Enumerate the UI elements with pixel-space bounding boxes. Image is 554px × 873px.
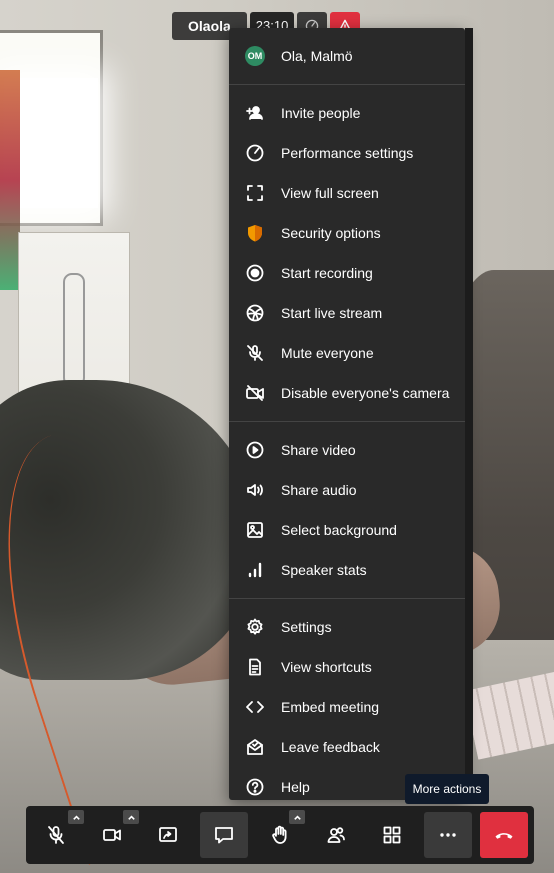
feedback-icon [247, 739, 263, 755]
image-icon [247, 522, 263, 538]
menu-item-label: Share audio [281, 482, 357, 498]
chevron-up-icon [127, 814, 135, 820]
menu-item-disable-everyones-camera[interactable]: Disable everyone's camera [229, 373, 465, 413]
menu-item-share-audio[interactable]: Share audio [229, 470, 465, 510]
menu-item-label: Security options [281, 225, 381, 241]
menu-item-performance-settings[interactable]: Performance settings [229, 133, 465, 173]
menu-item-leave-feedback[interactable]: Leave feedback [229, 727, 465, 767]
menu-item-invite-people[interactable]: Invite people [229, 93, 465, 133]
menu-item-label: View shortcuts [281, 659, 372, 675]
more-actions-menu: OM Ola, Malmö Invite people Performance … [229, 28, 465, 800]
mic-off-icon [48, 826, 64, 844]
tile-view-icon [383, 826, 401, 844]
menu-item-select-background[interactable]: Select background [229, 510, 465, 550]
menu-item-label: Disable everyone's camera [281, 385, 450, 401]
menu-item-start-live-stream[interactable]: Start live stream [229, 293, 465, 333]
avatar: OM [245, 46, 265, 66]
fullscreen-icon [247, 185, 263, 201]
screen-share-button[interactable] [144, 812, 192, 858]
menu-item-speaker-stats[interactable]: Speaker stats [229, 550, 465, 590]
participants-button[interactable] [312, 812, 360, 858]
reactions-options-button[interactable] [289, 810, 305, 824]
menu-item-security-options[interactable]: Security options [229, 213, 465, 253]
menu-item-label: Performance settings [281, 145, 414, 161]
menu-item-label: Settings [281, 619, 332, 635]
chat-button[interactable] [200, 812, 248, 858]
menu-scrollbar[interactable] [465, 28, 473, 800]
help-icon [246, 778, 264, 796]
menu-group-meeting: Invite people Performance settings View … [229, 85, 465, 421]
chevron-up-icon [72, 814, 80, 820]
menu-item-label: Speaker stats [281, 562, 367, 578]
menu-item-label: Leave feedback [281, 739, 380, 755]
menu-item-embed-meeting[interactable]: Embed meeting [229, 687, 465, 727]
menu-profile[interactable]: OM Ola, Malmö [229, 28, 465, 84]
gauge-icon [246, 144, 264, 162]
participants-icon [327, 827, 345, 843]
video-options-button[interactable] [123, 810, 139, 824]
menu-item-label: Share video [281, 442, 356, 458]
hangup-button[interactable] [480, 812, 528, 858]
more-icon [440, 833, 456, 837]
document-icon [249, 658, 261, 676]
camera-off-icon [246, 385, 264, 401]
menu-item-view-full-screen[interactable]: View full screen [229, 173, 465, 213]
menu-item-start-recording[interactable]: Start recording [229, 253, 465, 293]
play-circle-icon [246, 441, 264, 459]
chevron-up-icon [293, 814, 301, 820]
audio-options-button[interactable] [68, 810, 84, 824]
hangup-icon [495, 833, 513, 839]
gear-icon [247, 618, 263, 635]
menu-item-label: View full screen [281, 185, 379, 201]
menu-item-label: Mute everyone [281, 345, 374, 361]
menu-item-label: Embed meeting [281, 699, 380, 715]
menu-item-share-video[interactable]: Share video [229, 430, 465, 470]
mic-off-icon [247, 345, 263, 361]
add-person-icon [246, 106, 263, 120]
bar-chart-icon [248, 562, 262, 578]
screen-share-icon [159, 827, 177, 842]
menu-item-mute-everyone[interactable]: Mute everyone [229, 333, 465, 373]
more-actions-button[interactable] [424, 812, 472, 858]
menu-item-label: Select background [281, 522, 397, 538]
menu-group-share: Share video Share audio Select backgroun… [229, 422, 465, 598]
menu-item-label: Start recording [281, 265, 373, 281]
meeting-toolbar [26, 806, 534, 864]
menu-item-label: Invite people [281, 105, 361, 121]
profile-name: Ola, Malmö [281, 48, 353, 64]
chat-icon [215, 827, 233, 844]
camera-icon [103, 829, 121, 841]
shield-icon [248, 225, 262, 242]
live-stream-icon [246, 304, 264, 322]
menu-item-label: Start live stream [281, 305, 383, 321]
menu-item-settings[interactable]: Settings [229, 607, 465, 647]
more-actions-tooltip: More actions [405, 774, 489, 804]
tile-view-button[interactable] [368, 812, 416, 858]
code-icon [246, 701, 264, 713]
speaker-icon [247, 484, 263, 496]
raise-hand-icon [272, 825, 287, 844]
record-icon [246, 264, 264, 282]
menu-item-label: Help [281, 779, 310, 795]
menu-item-view-shortcuts[interactable]: View shortcuts [229, 647, 465, 687]
